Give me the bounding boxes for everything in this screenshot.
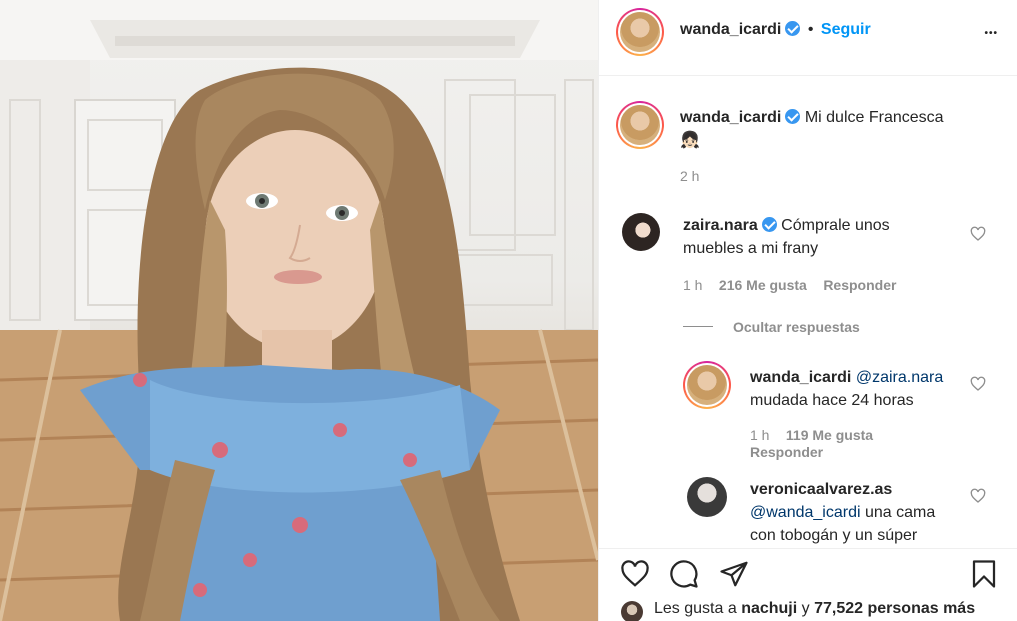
- hide-replies-button[interactable]: Ocultar respuestas: [733, 319, 860, 335]
- commenter-avatar[interactable]: [622, 213, 660, 251]
- reply-reply-button[interactable]: Responder: [750, 444, 823, 460]
- verified-badge-icon: [761, 217, 777, 232]
- reply-body: veronicaalvarez.as @wanda_icardi una cam…: [750, 478, 970, 547]
- comment-body: zaira.nara Cómprale unos muebles a mi fr…: [683, 214, 983, 260]
- likes-count[interactable]: 77,522 personas más: [814, 600, 975, 617]
- post-sidebar: wanda_icardi • Seguir ••• wanda_icardi M…: [598, 0, 1017, 621]
- comment-text-cont: muebles a mi frany: [683, 240, 819, 257]
- caption-author[interactable]: wanda_icardi: [680, 109, 781, 126]
- reply-text: una cama: [864, 504, 936, 521]
- more-options-icon[interactable]: •••: [984, 28, 998, 39]
- likes-summary: Les gusta a nachuji y 77,522 personas má…: [621, 600, 975, 621]
- comment-author[interactable]: zaira.nara: [683, 217, 758, 234]
- caption-author-avatar[interactable]: [616, 101, 664, 149]
- reply-likes[interactable]: 119 Me gusta: [786, 427, 873, 443]
- reply-text: mudada hace 24 horas: [750, 392, 914, 409]
- comment-meta: 1 h 216 Me gusta Responder: [683, 277, 896, 295]
- header-author-line: wanda_icardi • Seguir: [680, 21, 871, 39]
- comment-time[interactable]: 1 h: [683, 277, 702, 293]
- comment-reply-button[interactable]: Responder: [823, 277, 896, 293]
- reply-mention[interactable]: @wanda_icardi: [750, 504, 861, 521]
- bookmark-icon[interactable]: [969, 558, 999, 590]
- reply-text-cont: con tobogán y un súper: [750, 527, 918, 544]
- dot-separator: •: [807, 21, 814, 38]
- likes-connector: y: [801, 600, 810, 617]
- heart-icon[interactable]: [970, 376, 986, 392]
- reply-author-avatar[interactable]: [683, 361, 731, 409]
- replies-divider: [683, 326, 713, 327]
- reply-author-avatar[interactable]: [687, 477, 727, 517]
- comment-text: Cómprale unos: [781, 217, 890, 234]
- comment-likes[interactable]: 216 Me gusta: [719, 277, 807, 293]
- author-username[interactable]: wanda_icardi: [680, 21, 781, 38]
- reply-clip: veronicaalvarez.as @wanda_icardi una cam…: [599, 470, 1017, 548]
- heart-icon[interactable]: [970, 488, 986, 504]
- heart-icon[interactable]: [970, 226, 986, 242]
- heart-icon[interactable]: [619, 559, 651, 589]
- liker-username[interactable]: nachuji: [741, 600, 797, 617]
- likes-prefix: Les gusta a: [654, 600, 737, 617]
- caption: wanda_icardi Mi dulce Francesca 👧🏻: [680, 106, 1000, 152]
- reply-body: wanda_icardi @zaira.nara mudada hace 24 …: [750, 366, 970, 412]
- verified-badge-icon: [785, 109, 801, 124]
- follow-button[interactable]: Seguir: [821, 21, 871, 38]
- post-photo-illustration: [0, 0, 598, 621]
- post-header: wanda_icardi • Seguir •••: [599, 0, 1017, 76]
- caption-emoji: 👧🏻: [680, 132, 700, 149]
- reply-author[interactable]: wanda_icardi: [750, 369, 851, 386]
- caption-time[interactable]: 2 h: [680, 168, 699, 184]
- share-icon[interactable]: [719, 559, 749, 589]
- reply-meta: 1 h 119 Me gusta Responder: [750, 427, 970, 461]
- comment-icon[interactable]: [669, 559, 699, 589]
- liker-avatar[interactable]: [621, 601, 643, 621]
- post-photo[interactable]: [0, 0, 598, 621]
- caption-text: Mi dulce Francesca: [804, 109, 944, 126]
- reply-author[interactable]: veronicaalvarez.as: [750, 481, 892, 498]
- reply-time[interactable]: 1 h: [750, 427, 769, 443]
- author-avatar[interactable]: [616, 8, 664, 56]
- reply-mention[interactable]: @zaira.nara: [856, 369, 943, 386]
- verified-badge-icon: [785, 21, 801, 36]
- action-bar: [599, 548, 1017, 598]
